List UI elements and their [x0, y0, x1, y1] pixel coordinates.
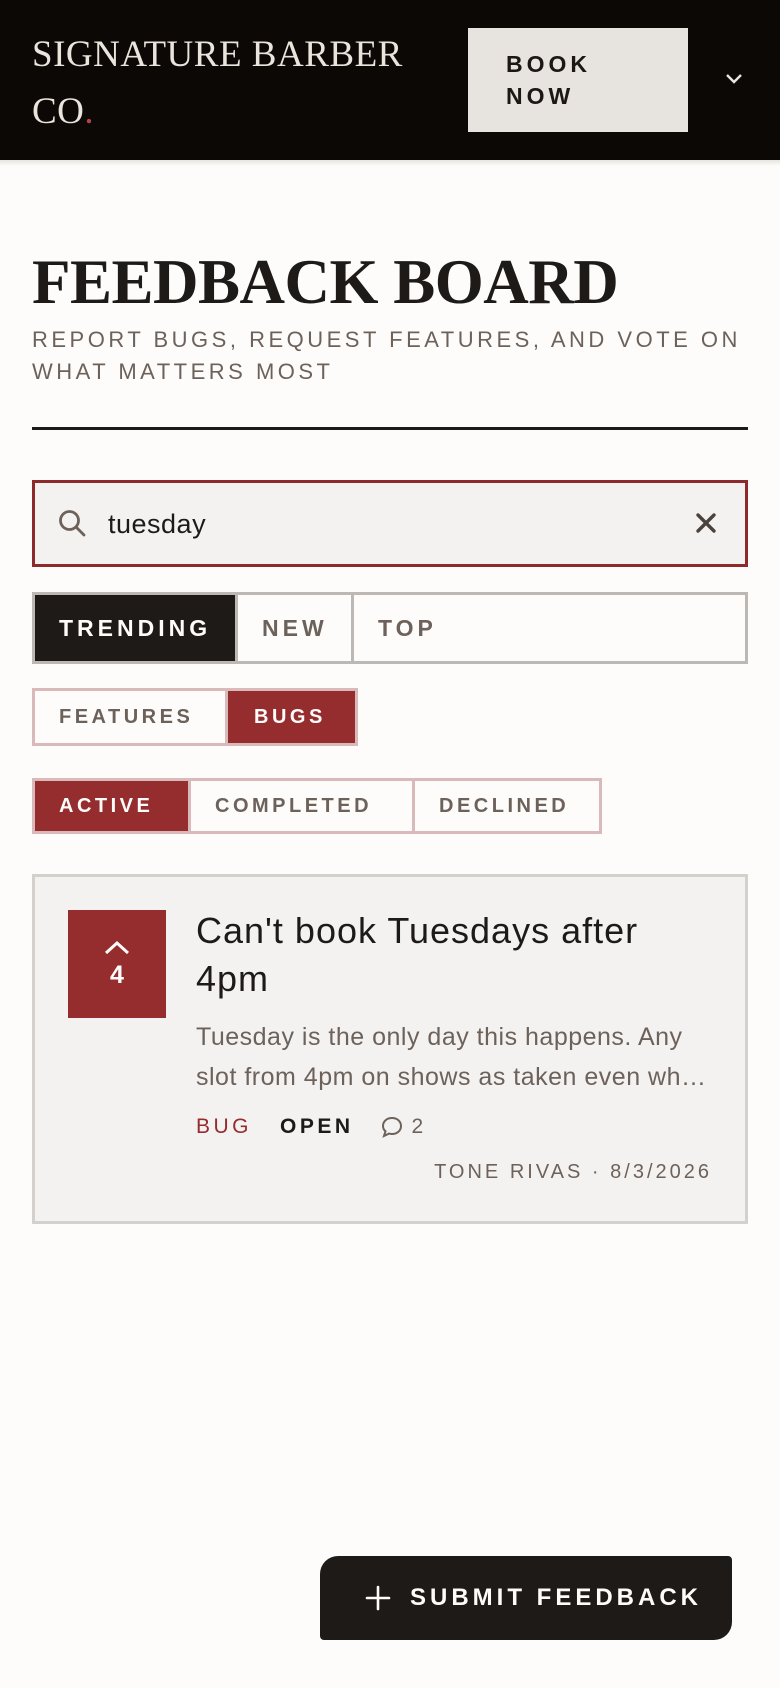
search-icon [57, 508, 87, 538]
feedback-card[interactable]: 4 Can't book Tuesdays after 4pm Tuesday … [32, 874, 748, 1224]
brand-logo-text[interactable]: SIGNATURE BARBER CO. [32, 26, 432, 140]
upvote-button[interactable]: 4 [68, 910, 166, 1018]
comment-count: 2 [411, 1115, 427, 1138]
post-description: Tuesday is the only day this happens. An… [196, 1023, 710, 1091]
sort-tabs: TRENDING NEW TOP [32, 592, 748, 664]
vote-count: 4 [110, 960, 124, 989]
filter-bugs[interactable]: BUGS [228, 691, 355, 743]
book-now-line-1: BOOK [506, 51, 591, 77]
brand-line-2: CO [32, 91, 85, 132]
status-badge: OPEN [280, 1115, 354, 1138]
post-title[interactable]: Can't book Tuesdays after 4pm [196, 907, 716, 1003]
tab-new[interactable]: NEW [238, 595, 354, 661]
filter-declined[interactable]: DECLINED [415, 781, 599, 831]
search-box [32, 480, 748, 567]
filter-active[interactable]: ACTIVE [35, 781, 191, 831]
chevron-down-icon[interactable] [720, 64, 748, 92]
comment-icon [381, 1116, 402, 1138]
comments-link[interactable]: 2 [380, 1115, 427, 1139]
plus-icon [365, 1585, 391, 1611]
page-subtitle: REPORT BUGS, REQUEST FEATURES, AND VOTE … [32, 327, 741, 384]
title-divider [32, 427, 748, 430]
type-tag: BUG [196, 1115, 253, 1138]
brand-dot: . [84, 91, 95, 132]
tab-top[interactable]: TOP [354, 595, 745, 661]
submit-feedback-label: SUBMIT FEEDBACK [410, 1584, 702, 1611]
book-now-line-2: NOW [506, 83, 575, 109]
post-meta: BUG OPEN 2 [196, 1115, 427, 1139]
chevron-up-icon [104, 940, 130, 954]
search-input[interactable] [108, 499, 648, 549]
status-filter: ACTIVE COMPLETED DECLINED [32, 778, 602, 834]
book-now-button[interactable]: BOOK NOW [468, 28, 688, 132]
submit-feedback-button[interactable]: SUBMIT FEEDBACK [320, 1556, 732, 1640]
byline-separator: · [583, 1161, 611, 1183]
header-shadow [0, 160, 780, 166]
type-filter: FEATURES BUGS [32, 688, 358, 746]
post-author: TONE RIVAS [434, 1161, 584, 1183]
filter-features[interactable]: FEATURES [35, 691, 228, 743]
close-icon[interactable] [690, 507, 722, 539]
page-title: FEEDBACK BOARD [32, 247, 619, 317]
filter-completed[interactable]: COMPLETED [191, 781, 415, 831]
top-header: SIGNATURE BARBER CO. BOOK NOW [0, 0, 780, 160]
tab-trending[interactable]: TRENDING [35, 595, 238, 661]
brand-line-1: SIGNATURE BARBER [32, 34, 403, 75]
post-date: 8/3/2026 [610, 1161, 712, 1183]
post-byline: TONE RIVAS · 8/3/2026 [434, 1161, 712, 1184]
